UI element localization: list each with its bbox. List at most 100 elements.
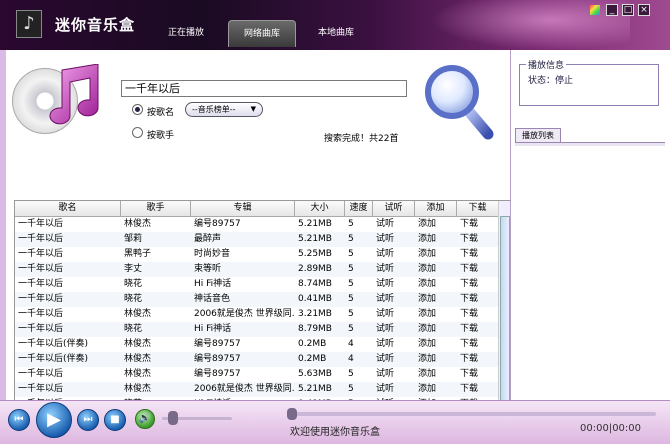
download-link[interactable]: 下载 [457, 232, 499, 247]
add-link[interactable]: 添加 [415, 277, 457, 292]
column-header-album[interactable]: 专辑 [191, 201, 295, 216]
listen-link[interactable]: 试听 [373, 232, 415, 247]
album-cell: 2006就是俊杰 世界级同... [194, 309, 295, 319]
tab-playlist[interactable]: 播放列表 [515, 128, 561, 142]
search-result-text: 搜索完成！共22首 [324, 134, 399, 144]
column-header-download[interactable]: 下载 [457, 201, 499, 216]
progress-slider-knob[interactable] [287, 408, 297, 420]
table-row[interactable]: 一千年以后 晓花 Hi Fi神话 8.74MB 5 试听 添加 下载 [15, 277, 511, 292]
progress-slider[interactable] [290, 412, 656, 416]
table-row[interactable]: 一千年以后 李丈 束等听 2.89MB 5 试听 添加 下载 [15, 262, 511, 277]
add-link[interactable]: 添加 [415, 352, 457, 367]
close-button[interactable]: × [638, 4, 650, 16]
search-input[interactable]: 一千年以后 [121, 80, 407, 97]
column-header-add[interactable]: 添加 [415, 201, 457, 216]
download-link[interactable]: 下载 [457, 322, 499, 337]
download-link[interactable]: 下载 [457, 382, 499, 397]
table-row[interactable]: 一千年以后 林俊杰 编号89757 5.63MB 5 试听 添加 下载 [15, 367, 511, 382]
tab-local-library[interactable]: 本地曲库 [304, 20, 368, 47]
add-link[interactable]: 添加 [415, 367, 457, 382]
welcome-text: 欢迎使用迷你音乐盒 [290, 427, 380, 438]
artist-cell: 晓花 [124, 279, 143, 289]
table-row[interactable]: 一千年以后 晓花 神话音色 0.41MB 5 试听 添加 下载 [15, 292, 511, 307]
next-icon[interactable]: ⏭ [77, 409, 99, 431]
add-link[interactable]: 添加 [415, 322, 457, 337]
table-row[interactable]: 一千年以后(伴奏) 林俊杰 编号89757 0.2MB 4 试听 添加 下载 [15, 352, 511, 367]
column-header-artist[interactable]: 歌手 [121, 201, 191, 216]
column-header-speed[interactable]: 速度 [345, 201, 373, 216]
download-link[interactable]: 下载 [457, 307, 499, 322]
volume-slider-knob[interactable] [167, 411, 178, 425]
table-row[interactable]: 一千年以后 邹莉 最醉声 5.21MB 5 试听 添加 下载 [15, 232, 511, 247]
add-link[interactable]: 添加 [415, 217, 457, 232]
download-link[interactable]: 下载 [457, 352, 499, 367]
artist-cell: 林俊杰 [124, 384, 152, 394]
skin-color-icon[interactable] [590, 5, 600, 15]
artist-cell: 黑鸭子 [124, 249, 152, 259]
download-link[interactable]: 下载 [457, 367, 499, 382]
listen-link[interactable]: 试听 [373, 247, 415, 262]
listen-link[interactable]: 试听 [373, 322, 415, 337]
volume-icon[interactable]: 🔊 [135, 409, 155, 429]
listen-link[interactable]: 试听 [373, 292, 415, 307]
album-cell: 束等听 [194, 264, 222, 274]
music-chart-select[interactable]: --音乐榜单-- ▼ [185, 102, 263, 117]
search-icon[interactable] [422, 62, 494, 140]
artist-cell: 林俊杰 [124, 339, 152, 349]
add-link[interactable]: 添加 [415, 232, 457, 247]
speed-cell: 5 [348, 219, 354, 229]
add-link[interactable]: 添加 [415, 337, 457, 352]
listen-link[interactable]: 试听 [373, 367, 415, 382]
speed-cell: 5 [348, 234, 354, 244]
column-header-song[interactable]: 歌名 [15, 201, 121, 216]
play-icon[interactable]: ▶ [36, 402, 72, 438]
player-bar: ⏮ ▶ ⏭ ■ 🔊 欢迎使用迷你音乐盒 00:00|00:00 [0, 400, 670, 444]
listen-link[interactable]: 试听 [373, 307, 415, 322]
table-row[interactable]: 一千年以后 林俊杰 2006就是俊杰 世界级同... 3.21MB 5 试听 添加 下载 [15, 307, 511, 322]
table-header: 歌名 歌手 专辑 大小 速度 试听 添加 下载 [15, 201, 511, 217]
radio-by-song[interactable] [132, 104, 143, 115]
size-cell: 0.2MB [298, 354, 327, 364]
add-link[interactable]: 添加 [415, 307, 457, 322]
listen-link[interactable]: 试听 [373, 352, 415, 367]
listen-link[interactable]: 试听 [373, 262, 415, 277]
column-header-size[interactable]: 大小 [295, 201, 345, 216]
song-cell: 一千年以后(伴奏) [18, 339, 89, 349]
artist-cell: 李丈 [124, 264, 143, 274]
download-link[interactable]: 下载 [457, 217, 499, 232]
column-header-listen[interactable]: 试听 [373, 201, 415, 216]
play-status: 状态：停止 [528, 76, 574, 86]
download-link[interactable]: 下载 [457, 337, 499, 352]
download-link[interactable]: 下载 [457, 292, 499, 307]
listen-link[interactable]: 试听 [373, 277, 415, 292]
tab-now-playing[interactable]: 正在播放 [155, 20, 217, 47]
size-cell: 5.63MB [298, 369, 332, 379]
table-row[interactable]: 一千年以后 黑鸭子 时尚妙音 5.25MB 5 试听 添加 下载 [15, 247, 511, 262]
song-cell: 一千年以后 [18, 309, 64, 319]
add-link[interactable]: 添加 [415, 382, 457, 397]
album-cell: 编号89757 [194, 369, 241, 379]
download-link[interactable]: 下载 [457, 262, 499, 277]
speed-cell: 5 [348, 264, 354, 274]
table-row[interactable]: 一千年以后 晓花 Hi Fi神话 8.79MB 5 试听 添加 下载 [15, 322, 511, 337]
maximize-button[interactable]: □ [622, 4, 634, 16]
add-link[interactable]: 添加 [415, 247, 457, 262]
add-link[interactable]: 添加 [415, 292, 457, 307]
size-cell: 5.25MB [298, 249, 332, 259]
tab-online-library[interactable]: 网络曲库 [228, 20, 296, 47]
titlebar-glow [430, 0, 630, 50]
listen-link[interactable]: 试听 [373, 217, 415, 232]
table-row[interactable]: 一千年以后 林俊杰 编号89757 5.21MB 5 试听 添加 下载 [15, 217, 511, 232]
download-link[interactable]: 下载 [457, 277, 499, 292]
album-cell: 时尚妙音 [194, 249, 231, 259]
table-row[interactable]: 一千年以后 林俊杰 2006就是俊杰 世界级同... 5.21MB 5 试听 添加 下载 [15, 382, 511, 397]
minimize-button[interactable]: _ [606, 4, 618, 16]
table-row[interactable]: 一千年以后(伴奏) 林俊杰 编号89757 0.2MB 4 试听 添加 下载 [15, 337, 511, 352]
download-link[interactable]: 下载 [457, 247, 499, 262]
listen-link[interactable]: 试听 [373, 337, 415, 352]
listen-link[interactable]: 试听 [373, 382, 415, 397]
previous-icon[interactable]: ⏮ [8, 409, 30, 431]
add-link[interactable]: 添加 [415, 262, 457, 277]
radio-by-artist[interactable] [132, 127, 143, 138]
stop-icon[interactable]: ■ [104, 409, 126, 431]
